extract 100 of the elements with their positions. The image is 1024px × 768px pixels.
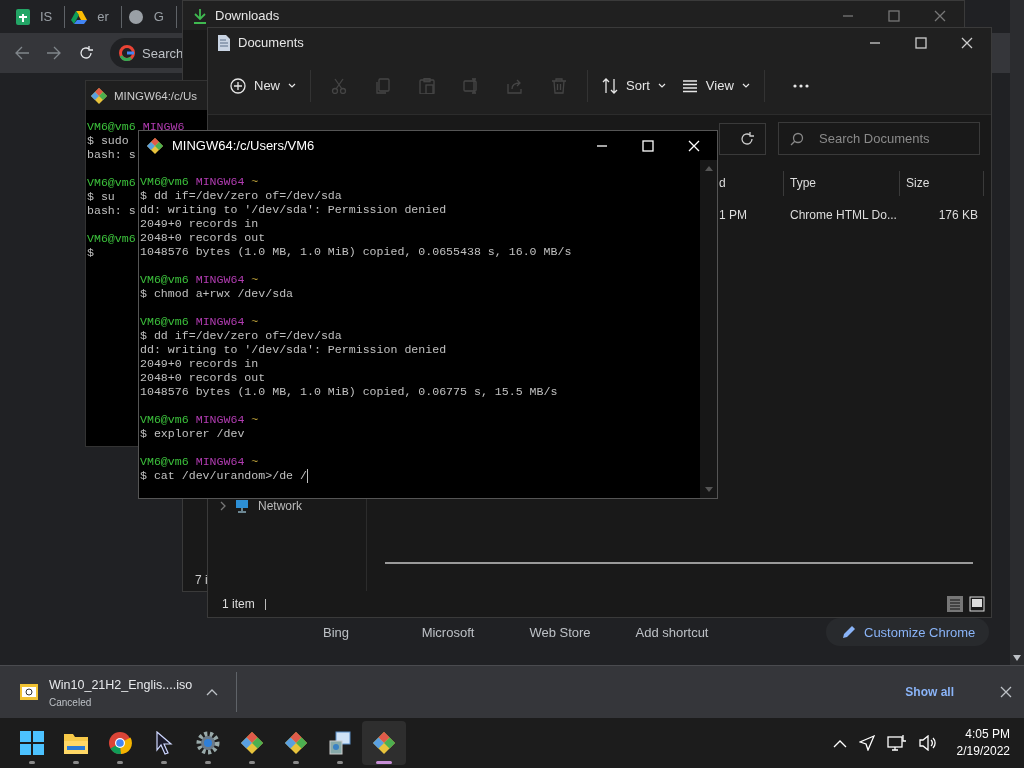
terminal-line: 2048+0 records out (140, 231, 266, 245)
sort-button[interactable]: Sort (594, 68, 674, 103)
volume-icon[interactable] (918, 735, 937, 751)
terminal-input[interactable]: $ cat /dev/urandom>/de / (140, 469, 308, 483)
back-arrow-icon[interactable] (14, 45, 30, 61)
prompt-dir: ~ (251, 315, 259, 328)
view-button[interactable]: View (673, 68, 758, 103)
scrollbar[interactable] (385, 562, 973, 564)
settings-icon[interactable] (196, 731, 220, 755)
disc-file-icon (20, 684, 38, 700)
document-icon (218, 34, 230, 51)
terminal-line: 1048576 bytes (1.0 MB, 1.0 MiB) copied, 0.06775 s, 15.5 MB/s (140, 385, 558, 399)
window-title: Documents (238, 35, 304, 50)
prompt-user: VM6@vm6 (140, 175, 189, 188)
column-header[interactable]: Type (784, 171, 900, 196)
terminal-line: $ su (87, 190, 115, 204)
column-header[interactable]: Size (900, 171, 984, 196)
scroll-up-icon (704, 166, 713, 171)
globe-icon (127, 8, 144, 25)
refresh-icon[interactable] (739, 130, 755, 147)
prompt-user: VM6@vm6 (87, 176, 136, 189)
status-text: 1 item (222, 597, 255, 611)
chrome-icon[interactable] (108, 731, 132, 755)
prompt-dir: ~ (251, 175, 259, 188)
prompt-shell: MINGW64 (195, 175, 245, 188)
shortcut-link[interactable]: Bing (280, 624, 392, 640)
browser-tab[interactable]: G (123, 5, 177, 28)
diamond-icon (90, 86, 108, 105)
show-all-link[interactable]: Show all (905, 685, 954, 699)
prompt-shell: MINGW64 (195, 273, 245, 286)
prompt-shell: MINGW6 (142, 120, 185, 133)
terminal-line: bash: s (87, 204, 136, 218)
tab-title: er (97, 9, 109, 24)
diamond-icon[interactable] (372, 731, 396, 755)
tab-title: G (153, 9, 164, 24)
prompt-dir: ~ (251, 273, 259, 286)
prompt-user: VM6@vm6 (87, 120, 136, 133)
shortcut-link[interactable]: Add shortcut (616, 624, 728, 640)
window-title: Downloads (215, 8, 280, 23)
prompt-user: VM6@vm6 (140, 455, 189, 468)
browser-tab[interactable]: IS (12, 5, 66, 28)
search-icon (790, 132, 804, 146)
table-cell-text: 1 PM (718, 208, 748, 222)
terminal-line: bash: s (87, 148, 136, 162)
scrollbar[interactable] (1010, 0, 1024, 665)
shortcut-link[interactable]: Microsoft (392, 624, 504, 640)
windows-start-icon[interactable] (20, 731, 44, 755)
window-title: MINGW64:/c/Users/VM6 (172, 138, 315, 153)
diamond-icon[interactable] (240, 731, 264, 755)
terminal-line: $ dd if=/dev/zero of=/dev/sda (140, 329, 342, 343)
terminal-line: 2049+0 records in (140, 357, 259, 371)
location-arrow-icon[interactable] (858, 735, 875, 751)
table-cell-text: 176 KB (937, 208, 979, 222)
prompt-shell: MINGW64 (195, 413, 245, 426)
terminal-line: $ dd if=/dev/zero of=/dev/sda (140, 189, 342, 203)
caret-up-icon[interactable] (206, 688, 219, 696)
status-text: 7 i (194, 573, 209, 589)
prompt-user: VM6@vm6 (87, 232, 136, 245)
network-monitor-icon (235, 499, 249, 513)
clock[interactable]: 4:05 PM 2/19/2022 (956, 726, 1010, 760)
file-name[interactable]: Win10_21H2_Englis....iso (49, 676, 193, 693)
chevron-up-icon[interactable] (832, 738, 847, 748)
address-bar[interactable] (719, 122, 766, 155)
prompt-user: VM6@vm6 (140, 315, 189, 328)
chevron-down-icon (741, 83, 750, 88)
chevron-down-icon (288, 83, 296, 88)
terminal-line: $ (87, 246, 94, 260)
tiles-view-icon[interactable] (969, 596, 985, 612)
window-title: MINGW64:/c/Us (114, 89, 198, 102)
diamond-icon[interactable] (284, 731, 308, 755)
triangle-icon (71, 9, 88, 24)
terminal-line: 2048+0 records out (140, 371, 266, 385)
installer-icon[interactable] (328, 731, 352, 755)
customize-button[interactable]: Customize Chrome (826, 618, 990, 646)
prompt-dir: ~ (251, 413, 259, 426)
folder-icon[interactable] (64, 732, 88, 754)
prompt-dir: ~ (251, 455, 259, 468)
terminal-line: dd: writing to '/dev/sda': Permission denied (140, 343, 447, 357)
download-icon (193, 7, 207, 24)
scrollbar[interactable] (700, 160, 717, 498)
forward-arrow-icon[interactable] (46, 45, 62, 61)
browser-tab[interactable]: er (67, 5, 122, 28)
maximize-icon[interactable] (915, 36, 927, 49)
terminal-line: $ chmod a+rwx /dev/sda (140, 287, 294, 301)
search-field[interactable]: Search Documents (778, 122, 980, 155)
reload-icon[interactable] (78, 45, 94, 61)
chevron-down-icon (657, 83, 666, 88)
shortcut-link[interactable]: Web Store (504, 624, 616, 640)
terminal-line: $ sudo (87, 134, 129, 148)
monitor-icon[interactable] (886, 734, 907, 752)
scroll-down-icon (704, 487, 713, 492)
terminal-line: 1048576 bytes (1.0 MB, 1.0 MiB) copied, 0.0655438 s, 16.0 MB/s (140, 245, 572, 259)
prompt-user: VM6@vm6 (140, 273, 189, 286)
nav-item[interactable]: Network (220, 497, 366, 515)
terminal-line: 2049+0 records in (140, 217, 259, 231)
diamond-icon (146, 136, 164, 155)
new-button[interactable]: New (222, 68, 304, 103)
pointer-icon[interactable] (155, 731, 173, 755)
close-icon[interactable] (1000, 686, 1012, 698)
close-icon[interactable] (961, 36, 973, 49)
